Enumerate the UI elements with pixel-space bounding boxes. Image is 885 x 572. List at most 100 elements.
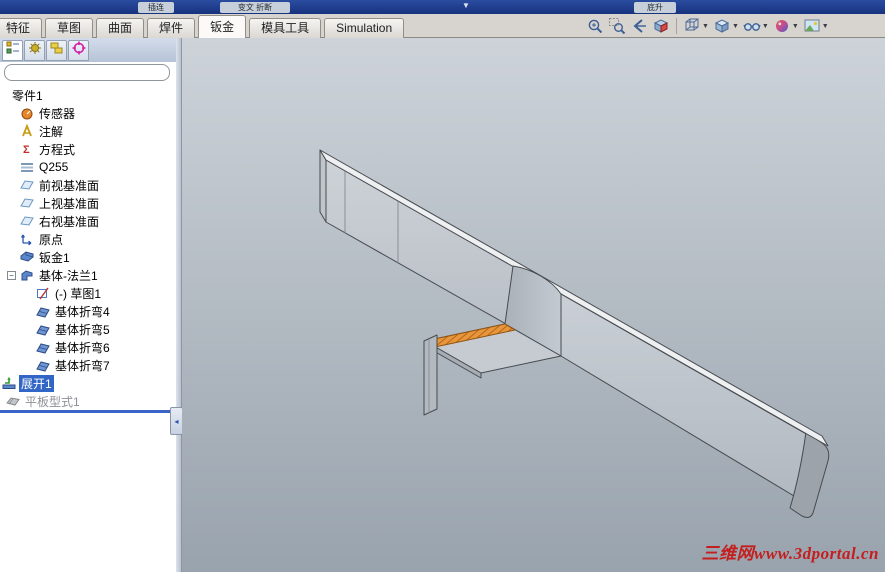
tree-item-label: 右视基准面: [39, 214, 100, 229]
plane-icon: [20, 214, 34, 228]
sketch-icon: [36, 286, 50, 300]
bend-icon: [36, 322, 50, 336]
command-tab[interactable]: 焊件: [147, 18, 196, 38]
featuremanager-tab[interactable]: [2, 40, 23, 61]
tree-item-label: 钣金1: [39, 250, 70, 265]
hide-show-items-icon: [743, 17, 761, 35]
commandmanager-tab-bar: 特征 草图 曲面 焊件 钣金 模具工具 Simulation ▼ ▼ ▼ ▼ ▼: [0, 14, 885, 38]
tree-item[interactable]: 零件1: [0, 86, 176, 104]
configurationmanager-tab[interactable]: [46, 40, 67, 61]
sheet-metal-icon: [20, 250, 34, 264]
origin-icon: [20, 232, 34, 246]
command-tab[interactable]: 模具工具: [249, 18, 322, 38]
tree-item[interactable]: 展开1: [0, 374, 176, 392]
propertymanager-tab[interactable]: [24, 40, 45, 61]
tree-item[interactable]: 平板型式1: [0, 392, 176, 410]
zoom-to-area-button[interactable]: [607, 16, 627, 36]
tree-filter-box[interactable]: [4, 64, 170, 81]
watermark-text: 三维网www.3dportal.cn: [701, 544, 879, 563]
edit-appearance-icon: [773, 17, 791, 35]
toolbar-separator: [676, 18, 677, 34]
command-tab[interactable]: 曲面: [96, 18, 145, 38]
heads-up-view-toolbar: ▼ ▼ ▼ ▼ ▼: [584, 15, 831, 37]
branch-end-flange[interactable]: [423, 334, 438, 416]
apply-scene-button[interactable]: ▼: [802, 16, 830, 36]
tree-item[interactable]: 基体折弯5: [0, 320, 176, 338]
sheet-metal-part[interactable]: [182, 38, 885, 572]
dropdown-caret-icon[interactable]: ▼: [702, 23, 709, 30]
wall-left-end-cap[interactable]: [319, 149, 327, 223]
clipped-toolbar-button[interactable]: 底升: [634, 2, 676, 13]
material-icon: [20, 160, 34, 174]
command-tab[interactable]: 特征: [0, 18, 43, 38]
tree-item-label: 传感器: [39, 106, 76, 121]
hide-show-items-button[interactable]: ▼: [742, 16, 770, 36]
previous-view-button[interactable]: [629, 16, 649, 36]
zoom-to-fit-icon: [586, 17, 604, 35]
wall-top-edge-face[interactable]: [319, 149, 829, 447]
dropdown-caret-icon[interactable]: ▼: [762, 23, 769, 30]
plane-icon: [20, 196, 34, 210]
view-orientation-button[interactable]: ▼: [682, 16, 710, 36]
dropdown-caret-icon[interactable]: ▼: [732, 23, 739, 30]
command-tab[interactable]: Simulation: [324, 18, 405, 38]
tree-item[interactable]: 基体折弯6: [0, 338, 176, 356]
featuremanager-tab-icon: [5, 40, 21, 61]
tree-collapse-toggle[interactable]: −: [7, 271, 16, 280]
svg-text:Σ: Σ: [23, 144, 30, 156]
zoom-to-area-icon: [608, 17, 626, 35]
equations-icon: Σ: [20, 142, 34, 156]
tree-item[interactable]: Σ 方程式: [0, 140, 176, 158]
tree-item[interactable]: Q255: [0, 158, 176, 176]
dropdown-caret-icon[interactable]: ▼: [792, 23, 799, 30]
command-tab[interactable]: 钣金: [198, 15, 247, 38]
section-view-button[interactable]: [651, 16, 671, 36]
sensors-icon: [20, 106, 34, 120]
tree-item-label: 前视基准面: [39, 178, 100, 193]
dimxpert-tab[interactable]: [68, 40, 89, 61]
display-style-icon: [713, 17, 731, 35]
clipped-toolbar-button[interactable]: 插连: [138, 2, 174, 13]
unfold-icon: [2, 376, 16, 390]
tree-item[interactable]: 传感器: [0, 104, 176, 122]
bend-icon: [36, 304, 50, 318]
section-view-icon: [652, 17, 670, 35]
configurationmanager-tab-icon: [49, 40, 65, 61]
top-toolbar-strip: ▼ 插连 变文 折断 底升: [0, 0, 885, 14]
apply-scene-icon: [803, 17, 821, 35]
graphics-viewport[interactable]: 三维网www.3dportal.cn: [182, 38, 885, 572]
bend-icon: [36, 340, 50, 354]
command-tab[interactable]: 草图: [45, 18, 94, 38]
wall-face-right[interactable]: [560, 293, 823, 503]
tree-item-label: 基体折弯6: [55, 340, 110, 355]
tree-item[interactable]: 基体折弯7: [0, 356, 176, 374]
tree-item-label: 基体-法兰1: [39, 268, 98, 283]
clipped-toolbar-button[interactable]: 变文 折断: [220, 2, 290, 13]
tree-item[interactable]: 上视基准面: [0, 194, 176, 212]
tree-item[interactable]: 注解: [0, 122, 176, 140]
tree-item[interactable]: − 基体-法兰1: [0, 266, 176, 284]
feature-tree: 零件1 传感器 注解 Σ 方程式 Q255 前视基准面上视基准面右视基准面原点钣金1 − 基体-…: [0, 86, 176, 410]
tree-item[interactable]: (-) 草图1: [0, 284, 176, 302]
tree-item-label: 展开1: [19, 374, 54, 392]
dropdown-caret-icon[interactable]: ▼: [822, 23, 829, 30]
propertymanager-tab-icon: [27, 40, 43, 61]
edit-appearance-button[interactable]: ▼: [772, 16, 800, 36]
tree-item-label: 上视基准面: [39, 196, 100, 211]
tree-item-label: 原点: [39, 232, 64, 247]
tree-item[interactable]: 前视基准面: [0, 176, 176, 194]
tree-item-label: 平板型式1: [25, 394, 80, 409]
view-orientation-icon: [683, 17, 701, 35]
bend-icon: [36, 358, 50, 372]
tree-item[interactable]: 钣金1: [0, 248, 176, 266]
tree-item-label: 基体折弯5: [55, 322, 110, 337]
rollback-bar[interactable]: [0, 410, 176, 413]
tree-item[interactable]: 原点: [0, 230, 176, 248]
tree-item[interactable]: 右视基准面: [0, 212, 176, 230]
tree-item[interactable]: 基体折弯4: [0, 302, 176, 320]
zoom-to-fit-button[interactable]: [585, 16, 605, 36]
dropdown-caret-icon[interactable]: ▼: [462, 1, 470, 10]
display-style-button[interactable]: ▼: [712, 16, 740, 36]
dimxpert-tab-icon: [71, 40, 87, 61]
base-flange-icon: [20, 268, 34, 282]
